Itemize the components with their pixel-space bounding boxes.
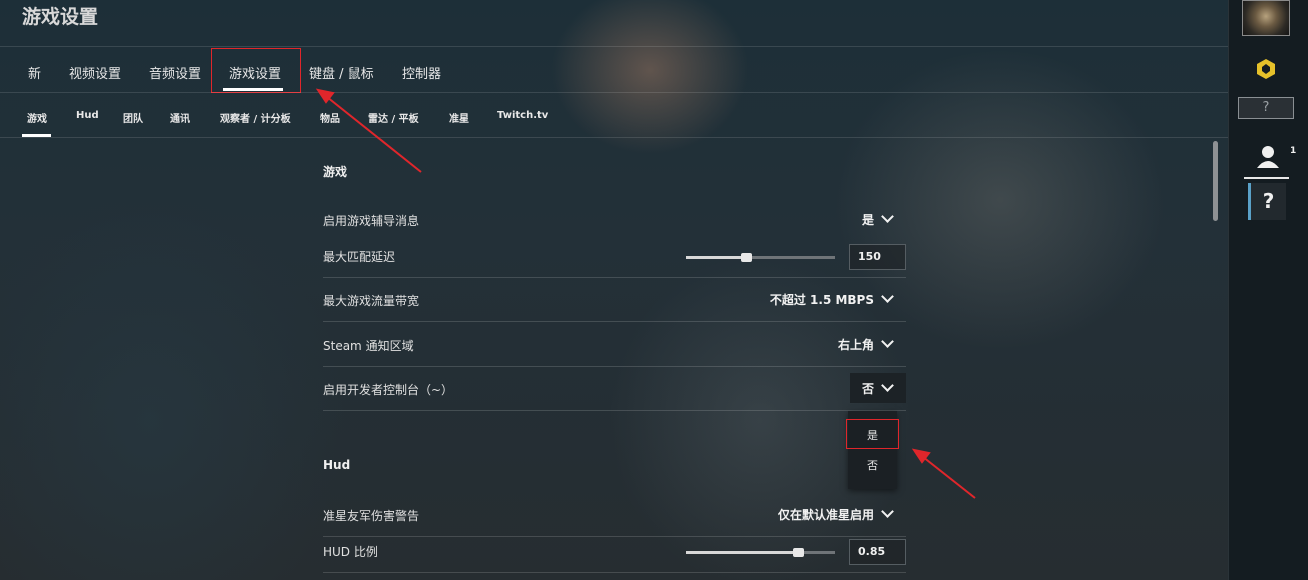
dropdown-menu: 是 否 [846,411,899,489]
tab-new[interactable]: 新 [28,63,41,82]
subtab-spectator-scoreboard[interactable]: 观察者 / 计分板 [220,110,291,125]
dropdown-value: 仅在默认准星启用 [777,507,874,522]
ff-warning-dropdown[interactable]: 仅在默认准星启用 [778,499,906,529]
subtab-items[interactable]: 物品 [320,110,340,125]
friends-count-badge: 1 [1290,146,1297,156]
dropdown-value: 不超过 1.5 MBPS [769,292,874,307]
rank-medal-icon[interactable] [1255,58,1277,80]
section-heading-game: 游戏 [323,165,348,179]
main-tab-bar: 新 视频设置 音频设置 游戏设置 键盘 / 鼠标 控制器 [0,46,1228,93]
dev-console-dropdown[interactable]: 否 [850,373,906,403]
slider-thumb[interactable] [793,548,804,557]
tab-controller[interactable]: 控制器 [402,63,441,82]
hud-scale-input[interactable]: 0.85 [849,539,906,565]
slider-fill [686,551,798,554]
dropdown-value: 右上角 [837,337,874,352]
tab-keyboard-mouse[interactable]: 键盘 / 鼠标 [309,63,374,82]
setting-row-hud-scale: HUD 比例 0.85 [323,529,906,573]
right-sidebar: ? 1 ? [1228,0,1308,580]
setting-label: 启用游戏辅导消息 [323,214,420,228]
person-icon [1257,146,1279,168]
slider-fill [686,256,746,259]
scrollbar[interactable] [1213,141,1218,221]
setting-label: 最大匹配延迟 [323,250,396,264]
chevron-down-icon [881,379,894,392]
active-subtab-underline [22,134,51,137]
steam-notify-dropdown[interactable]: 右上角 [838,329,906,359]
slider-thumb[interactable] [741,253,752,262]
tutor-dropdown[interactable]: 是 [862,204,906,234]
setting-row-bandwidth: 最大游戏流量带宽 不超过 1.5 MBPS [323,278,906,322]
max-ping-slider[interactable] [686,253,835,262]
active-indicator [1244,177,1289,179]
hud-scale-slider[interactable] [686,548,835,557]
subtab-radar-tablet[interactable]: 雷达 / 平板 [368,110,419,125]
subtab-game[interactable]: 游戏 [27,110,47,125]
setting-label: 最大游戏流量带宽 [323,294,420,308]
setting-label: 准星友军伤害警告 [323,509,420,523]
annotation-highlight-box [846,419,899,449]
chevron-down-icon [881,210,894,223]
setting-row-steam-notify: Steam 通知区域 右上角 [323,323,906,367]
setting-row-dev-console: 启用开发者控制台（~） 否 [323,367,906,411]
dropdown-value: 是 [861,212,874,227]
dropdown-option-no[interactable]: 否 [848,457,897,473]
section-heading-hud: Hud [323,458,351,472]
bandwidth-dropdown[interactable]: 不超过 1.5 MBPS [770,284,906,314]
avatar[interactable] [1242,0,1290,36]
setting-label: 启用开发者控制台（~） [323,383,454,397]
tab-video-settings[interactable]: 视频设置 [69,63,121,82]
dropdown-value: 否 [861,381,874,396]
subtab-twitch[interactable]: Twitch.tv [497,110,548,121]
friends-button[interactable]: 1 [1244,142,1302,178]
subtab-hud[interactable]: Hud [76,110,99,121]
tab-audio-settings[interactable]: 音频设置 [149,63,201,82]
page-title: 游戏设置 [22,6,99,28]
setting-label: HUD 比例 [323,545,378,559]
chevron-down-icon [881,290,894,303]
subtab-team[interactable]: 团队 [123,110,143,125]
subtab-crosshair[interactable]: 准星 [449,110,469,125]
chevron-down-icon [881,335,894,348]
subtab-communication[interactable]: 通讯 [170,110,190,125]
setting-row-max-ping: 最大匹配延迟 150 [323,234,906,278]
max-ping-input[interactable]: 150 [849,244,906,270]
setting-label: Steam 通知区域 [323,339,414,353]
help-question-button[interactable]: ? [1248,183,1286,220]
help-button[interactable]: ? [1238,97,1294,119]
chevron-down-icon [881,505,894,518]
sub-tab-bar: 游戏 Hud 团队 通讯 观察者 / 计分板 物品 雷达 / 平板 准星 Twi… [0,92,1228,138]
annotation-highlight-box [211,48,301,93]
